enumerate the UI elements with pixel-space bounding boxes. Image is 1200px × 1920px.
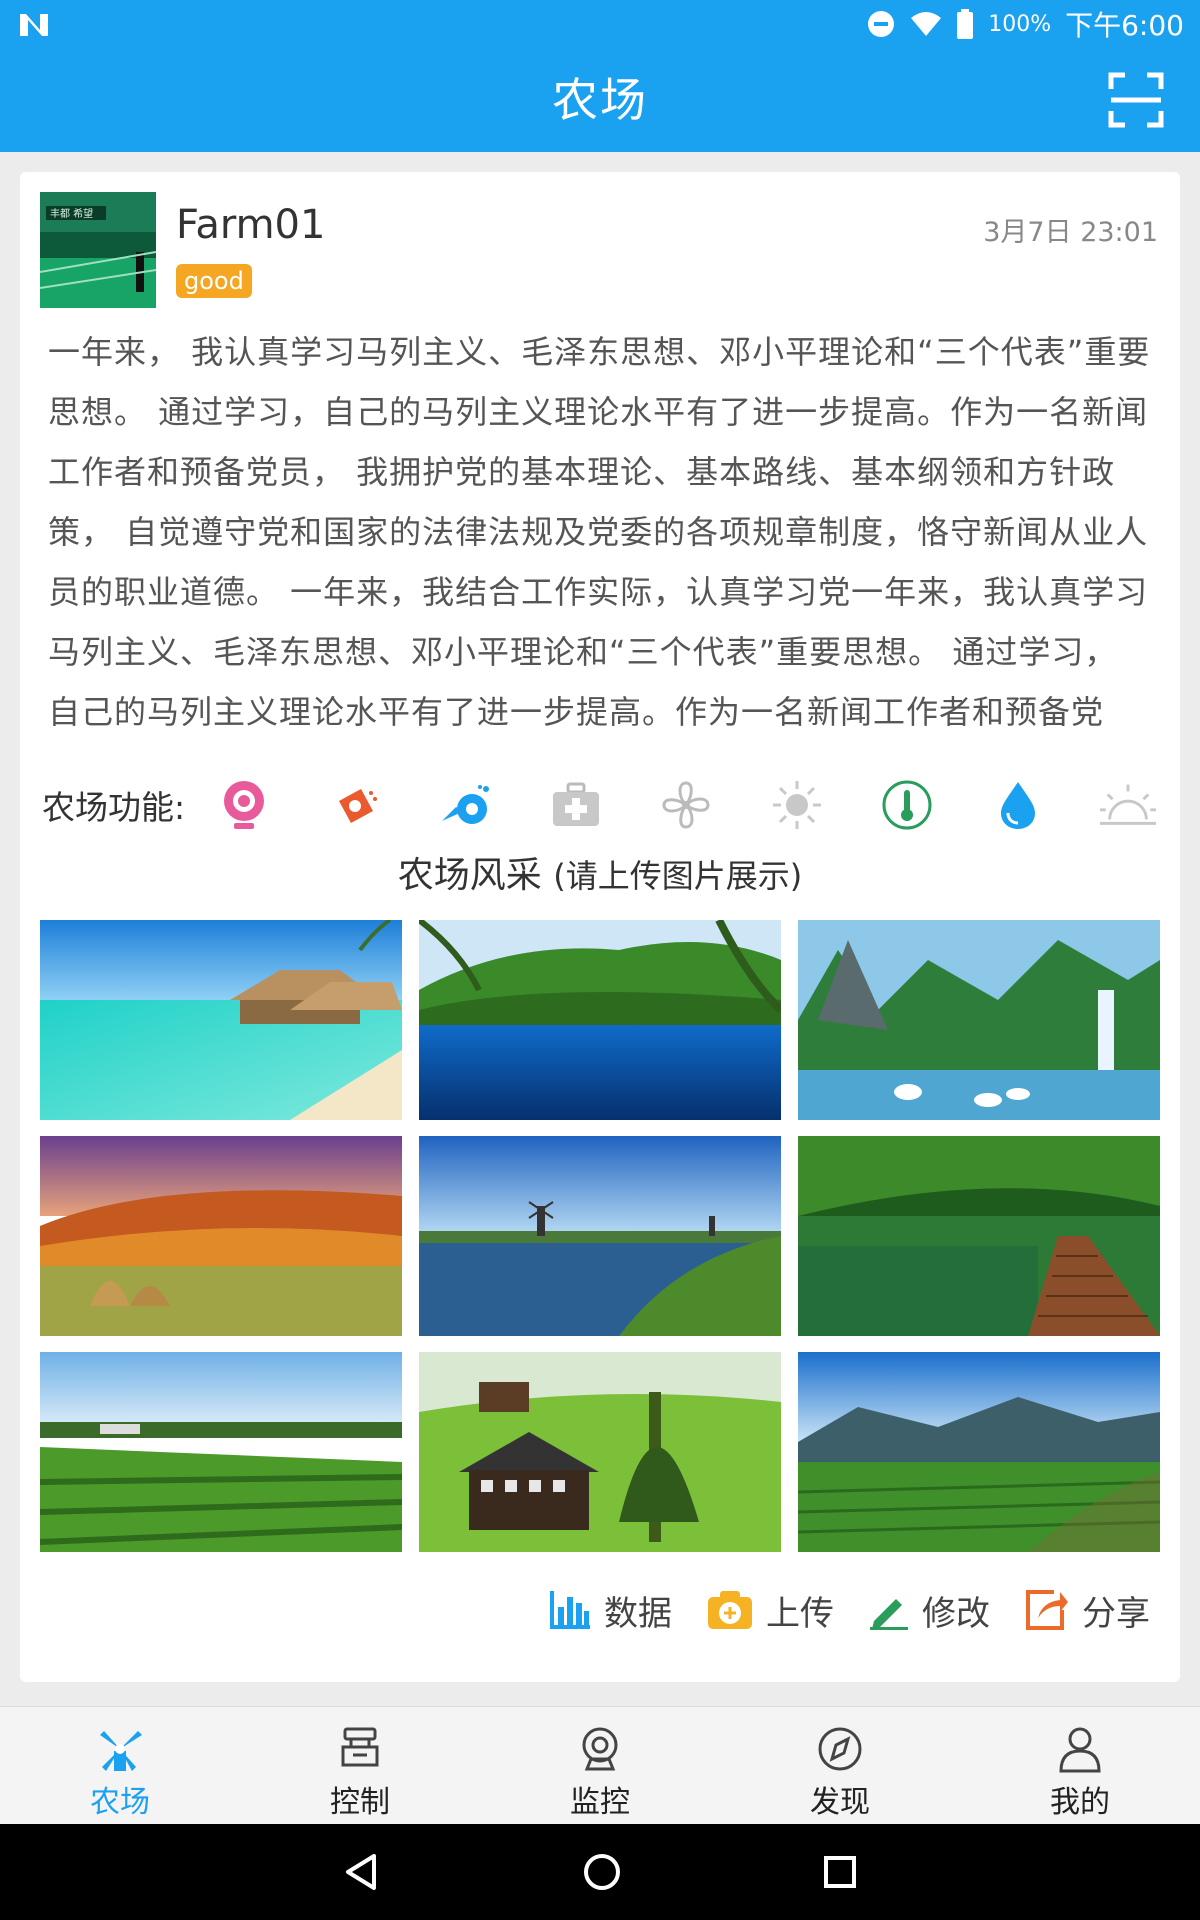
edit-button[interactable]: 修改 (868, 1586, 990, 1635)
notification-logo-icon (20, 14, 48, 36)
share-button-label: 分享 (1082, 1593, 1150, 1634)
tab-farm[interactable]: 农场 (0, 1707, 240, 1825)
back-icon[interactable] (342, 1852, 382, 1892)
watering-can-icon[interactable] (435, 775, 495, 835)
tab-control-label: 控制 (330, 1785, 390, 1820)
medical-kit-icon[interactable] (546, 775, 606, 835)
light-icon[interactable] (767, 775, 827, 835)
tab-monitor[interactable]: 监控 (480, 1707, 720, 1825)
tab-mine-label: 我的 (1050, 1785, 1110, 1820)
status-bar: 100% 下午6:00 (0, 0, 1200, 48)
gallery-photo-tropical-beach[interactable] (40, 920, 402, 1120)
tab-discover-label: 发现 (810, 1785, 870, 1820)
water-drop-icon[interactable] (988, 775, 1048, 835)
upload-button[interactable]: 上传 (706, 1586, 834, 1635)
functions-label: 农场功能: (42, 788, 186, 827)
home-icon[interactable] (582, 1852, 622, 1892)
farm-card[interactable]: 丰都 希望 Farm01 good 3月7日 23:01 一年来， 我认真学习马… (20, 172, 1180, 1682)
page-title: 农场 (552, 73, 648, 127)
data-button-label: 数据 (604, 1593, 672, 1634)
tab-mine[interactable]: 我的 (960, 1707, 1200, 1825)
svg-text:丰都 希望: 丰都 希望 (50, 207, 93, 220)
status-badge: good (176, 264, 252, 298)
recents-icon[interactable] (822, 1854, 858, 1890)
app-bar: 农场 (0, 48, 1200, 152)
sprinkler-icon[interactable] (325, 775, 385, 835)
gallery-photo-vineyard-mountains[interactable] (798, 1352, 1160, 1552)
scan-icon[interactable] (1108, 72, 1164, 128)
thermometer-icon[interactable] (877, 775, 937, 835)
upload-button-label: 上传 (766, 1593, 834, 1634)
sunrise-icon[interactable] (1098, 775, 1158, 835)
clock: 下午6:00 (1065, 9, 1184, 42)
webcam-icon (582, 1727, 618, 1771)
fan-icon[interactable] (656, 775, 716, 835)
share-icon (1026, 1590, 1068, 1630)
gallery-title-text: 农场风采 (397, 855, 542, 896)
gallery-photo-autumn-hills[interactable] (40, 1136, 402, 1336)
windmill-icon (100, 1731, 142, 1771)
battery-icon (957, 9, 974, 39)
gallery-photo-waterfall-cranes[interactable] (798, 920, 1160, 1120)
share-button[interactable]: 分享 (1024, 1586, 1150, 1635)
photo-gallery (40, 920, 1160, 1552)
wifi-icon (911, 12, 942, 36)
bar-chart-icon (550, 1591, 590, 1629)
gallery-photo-lake-hills[interactable] (419, 920, 781, 1120)
edit-button-label: 修改 (922, 1593, 990, 1634)
gallery-photo-windmills-lake[interactable] (419, 1136, 781, 1336)
post-date: 3月7日 23:01 (983, 217, 1158, 248)
gallery-photo-forest-boardwalk[interactable] (798, 1136, 1160, 1336)
battery-level: 100% (988, 11, 1052, 37)
tab-discover[interactable]: 发现 (720, 1707, 960, 1825)
bottom-tab-bar: 农场 控制 监控 发现 我的 (0, 1706, 1200, 1825)
tab-farm-label: 农场 (90, 1785, 150, 1820)
tab-monitor-label: 监控 (570, 1785, 630, 1820)
gallery-title: 农场风采 (请上传图片展示) (20, 846, 1180, 898)
farm-description: 一年来， 我认真学习马列主义、毛泽东思想、邓小平理论和“三个代表”重要思想。 通… (48, 333, 1151, 731)
edit-icon (870, 1599, 908, 1630)
do-not-disturb-icon (868, 11, 895, 37)
system-nav-bar (0, 1824, 1200, 1920)
data-button[interactable]: 数据 (548, 1586, 672, 1635)
gallery-photo-alpine-chalet[interactable] (419, 1352, 781, 1552)
camera-icon[interactable] (214, 775, 274, 835)
person-icon (1059, 1727, 1101, 1773)
farm-avatar: 丰都 希望 (40, 192, 156, 308)
farm-functions: 农场功能: (42, 770, 1162, 840)
compass-icon (818, 1727, 862, 1771)
gallery-subtitle: (请上传图片展示) (553, 857, 803, 895)
gallery-photo-vegetable-field[interactable] (40, 1352, 402, 1552)
upload-icon (708, 1591, 752, 1629)
card-actions: 数据 上传 修改 分享 (548, 1580, 1150, 1640)
tab-control[interactable]: 控制 (240, 1707, 480, 1825)
farm-name: Farm01 (176, 202, 326, 248)
control-icon (341, 1727, 379, 1767)
